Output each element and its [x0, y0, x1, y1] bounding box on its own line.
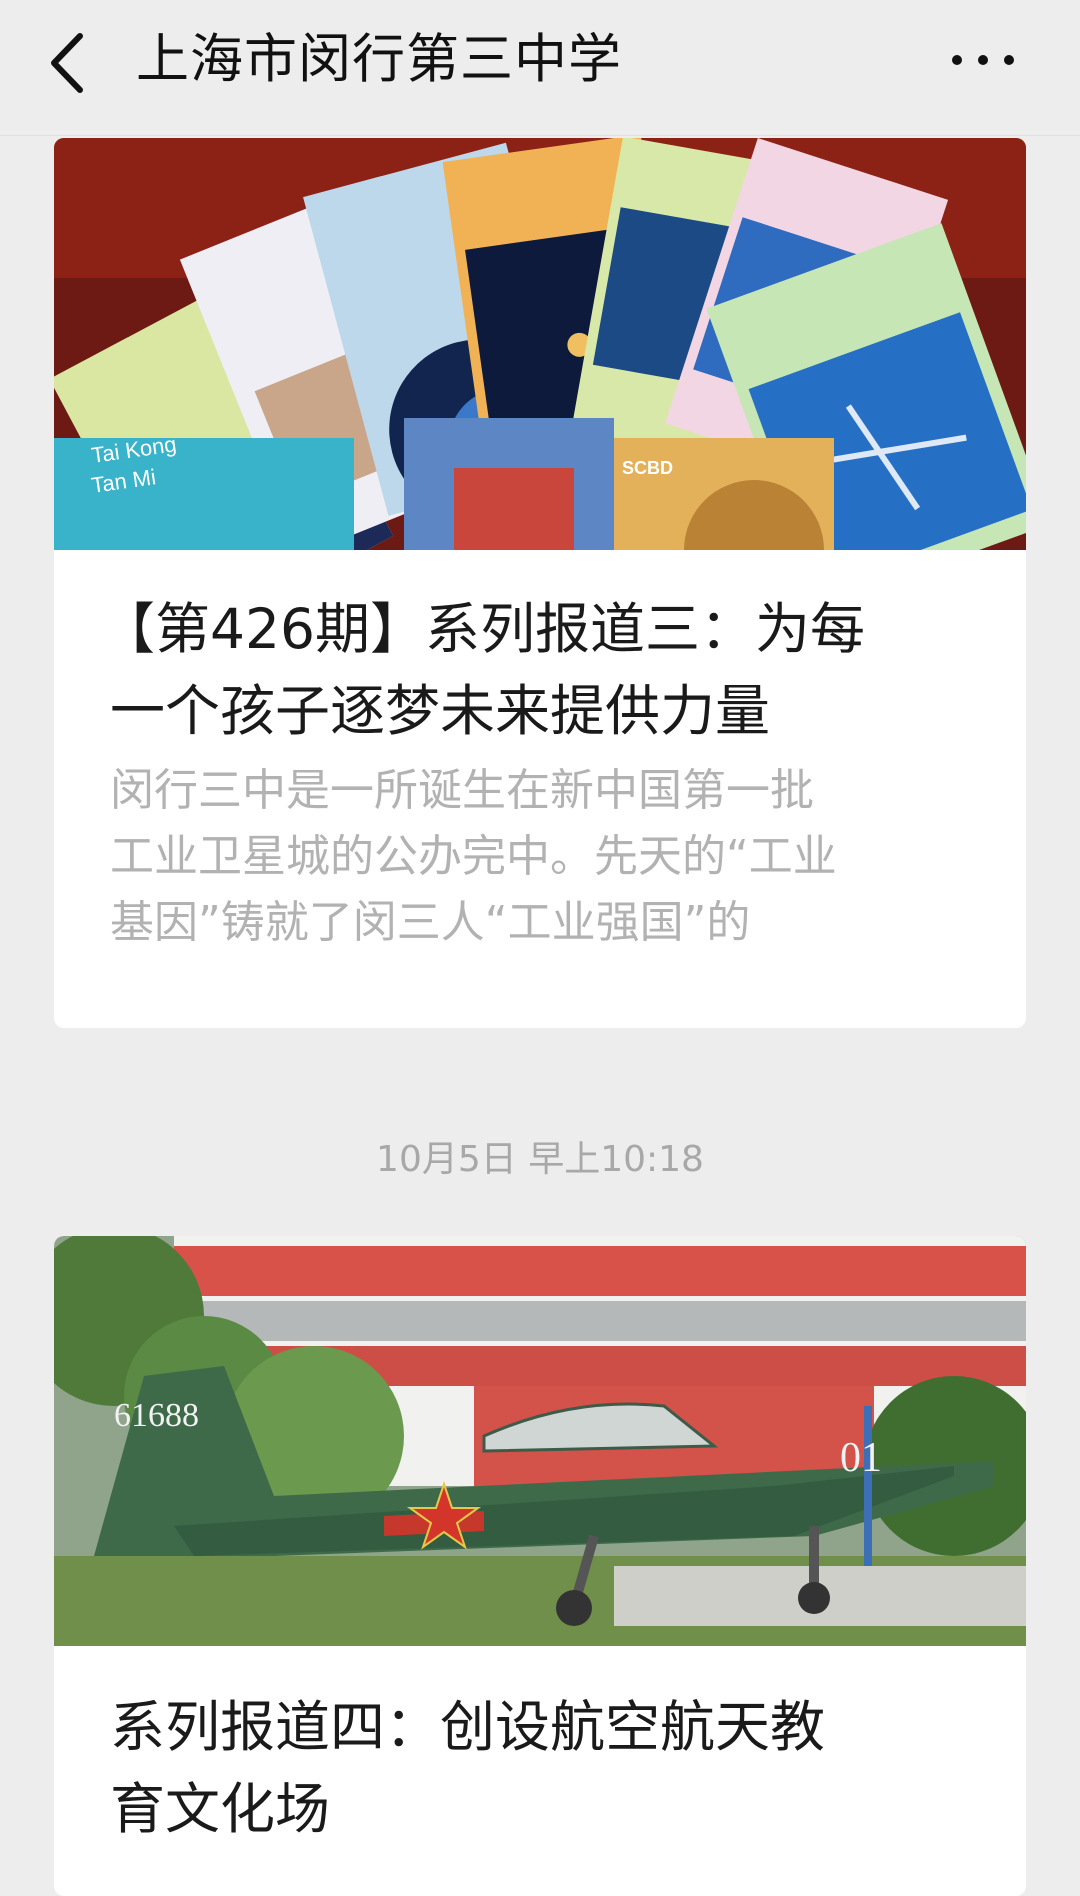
account-title: 上海市闵行第三中学: [136, 29, 622, 90]
top-bar: 上海市闵行第三中学: [0, 0, 1080, 136]
article-cover-airplane: 61688 01: [54, 1236, 1026, 1646]
article-desc-line3: 基因”铸就了闵三人“工业强国”的: [110, 897, 751, 948]
article-cover-books: Tai Kong Tan Mi SCBD: [54, 138, 1026, 550]
article-card[interactable]: 61688 01 系列报道四：创设航空航天教 育文化场: [54, 1236, 1026, 1896]
plane-tail-number: 61688: [114, 1397, 199, 1434]
cover-text-scbd: SCBD: [622, 458, 673, 478]
plane-nose-number: 01: [840, 1435, 882, 1481]
message-timestamp: 10月5日 早上10:18: [376, 1139, 704, 1180]
article-title-line2: 一个孩子逐梦未来提供力量: [110, 679, 771, 743]
article-desc-line1: 闵行三中是一所诞生在新中国第一批: [110, 765, 814, 816]
article-desc-line2: 工业卫星城的公办完中。先天的“工业: [110, 831, 837, 882]
article-card[interactable]: Tai Kong Tan Mi SCBD 【第426期】系列报道三：为每 一个孩…: [54, 138, 1026, 1028]
chevron-left-icon: [51, 33, 83, 93]
back-button[interactable]: [46, 28, 96, 98]
more-dots-icon[interactable]: [948, 32, 1018, 88]
article-title-line2: 育文化场: [110, 1777, 331, 1841]
article-title-line1: 系列报道四：创设航空航天教: [110, 1695, 826, 1759]
article-title-line1: 【第426期】系列报道三：为每: [100, 597, 865, 661]
